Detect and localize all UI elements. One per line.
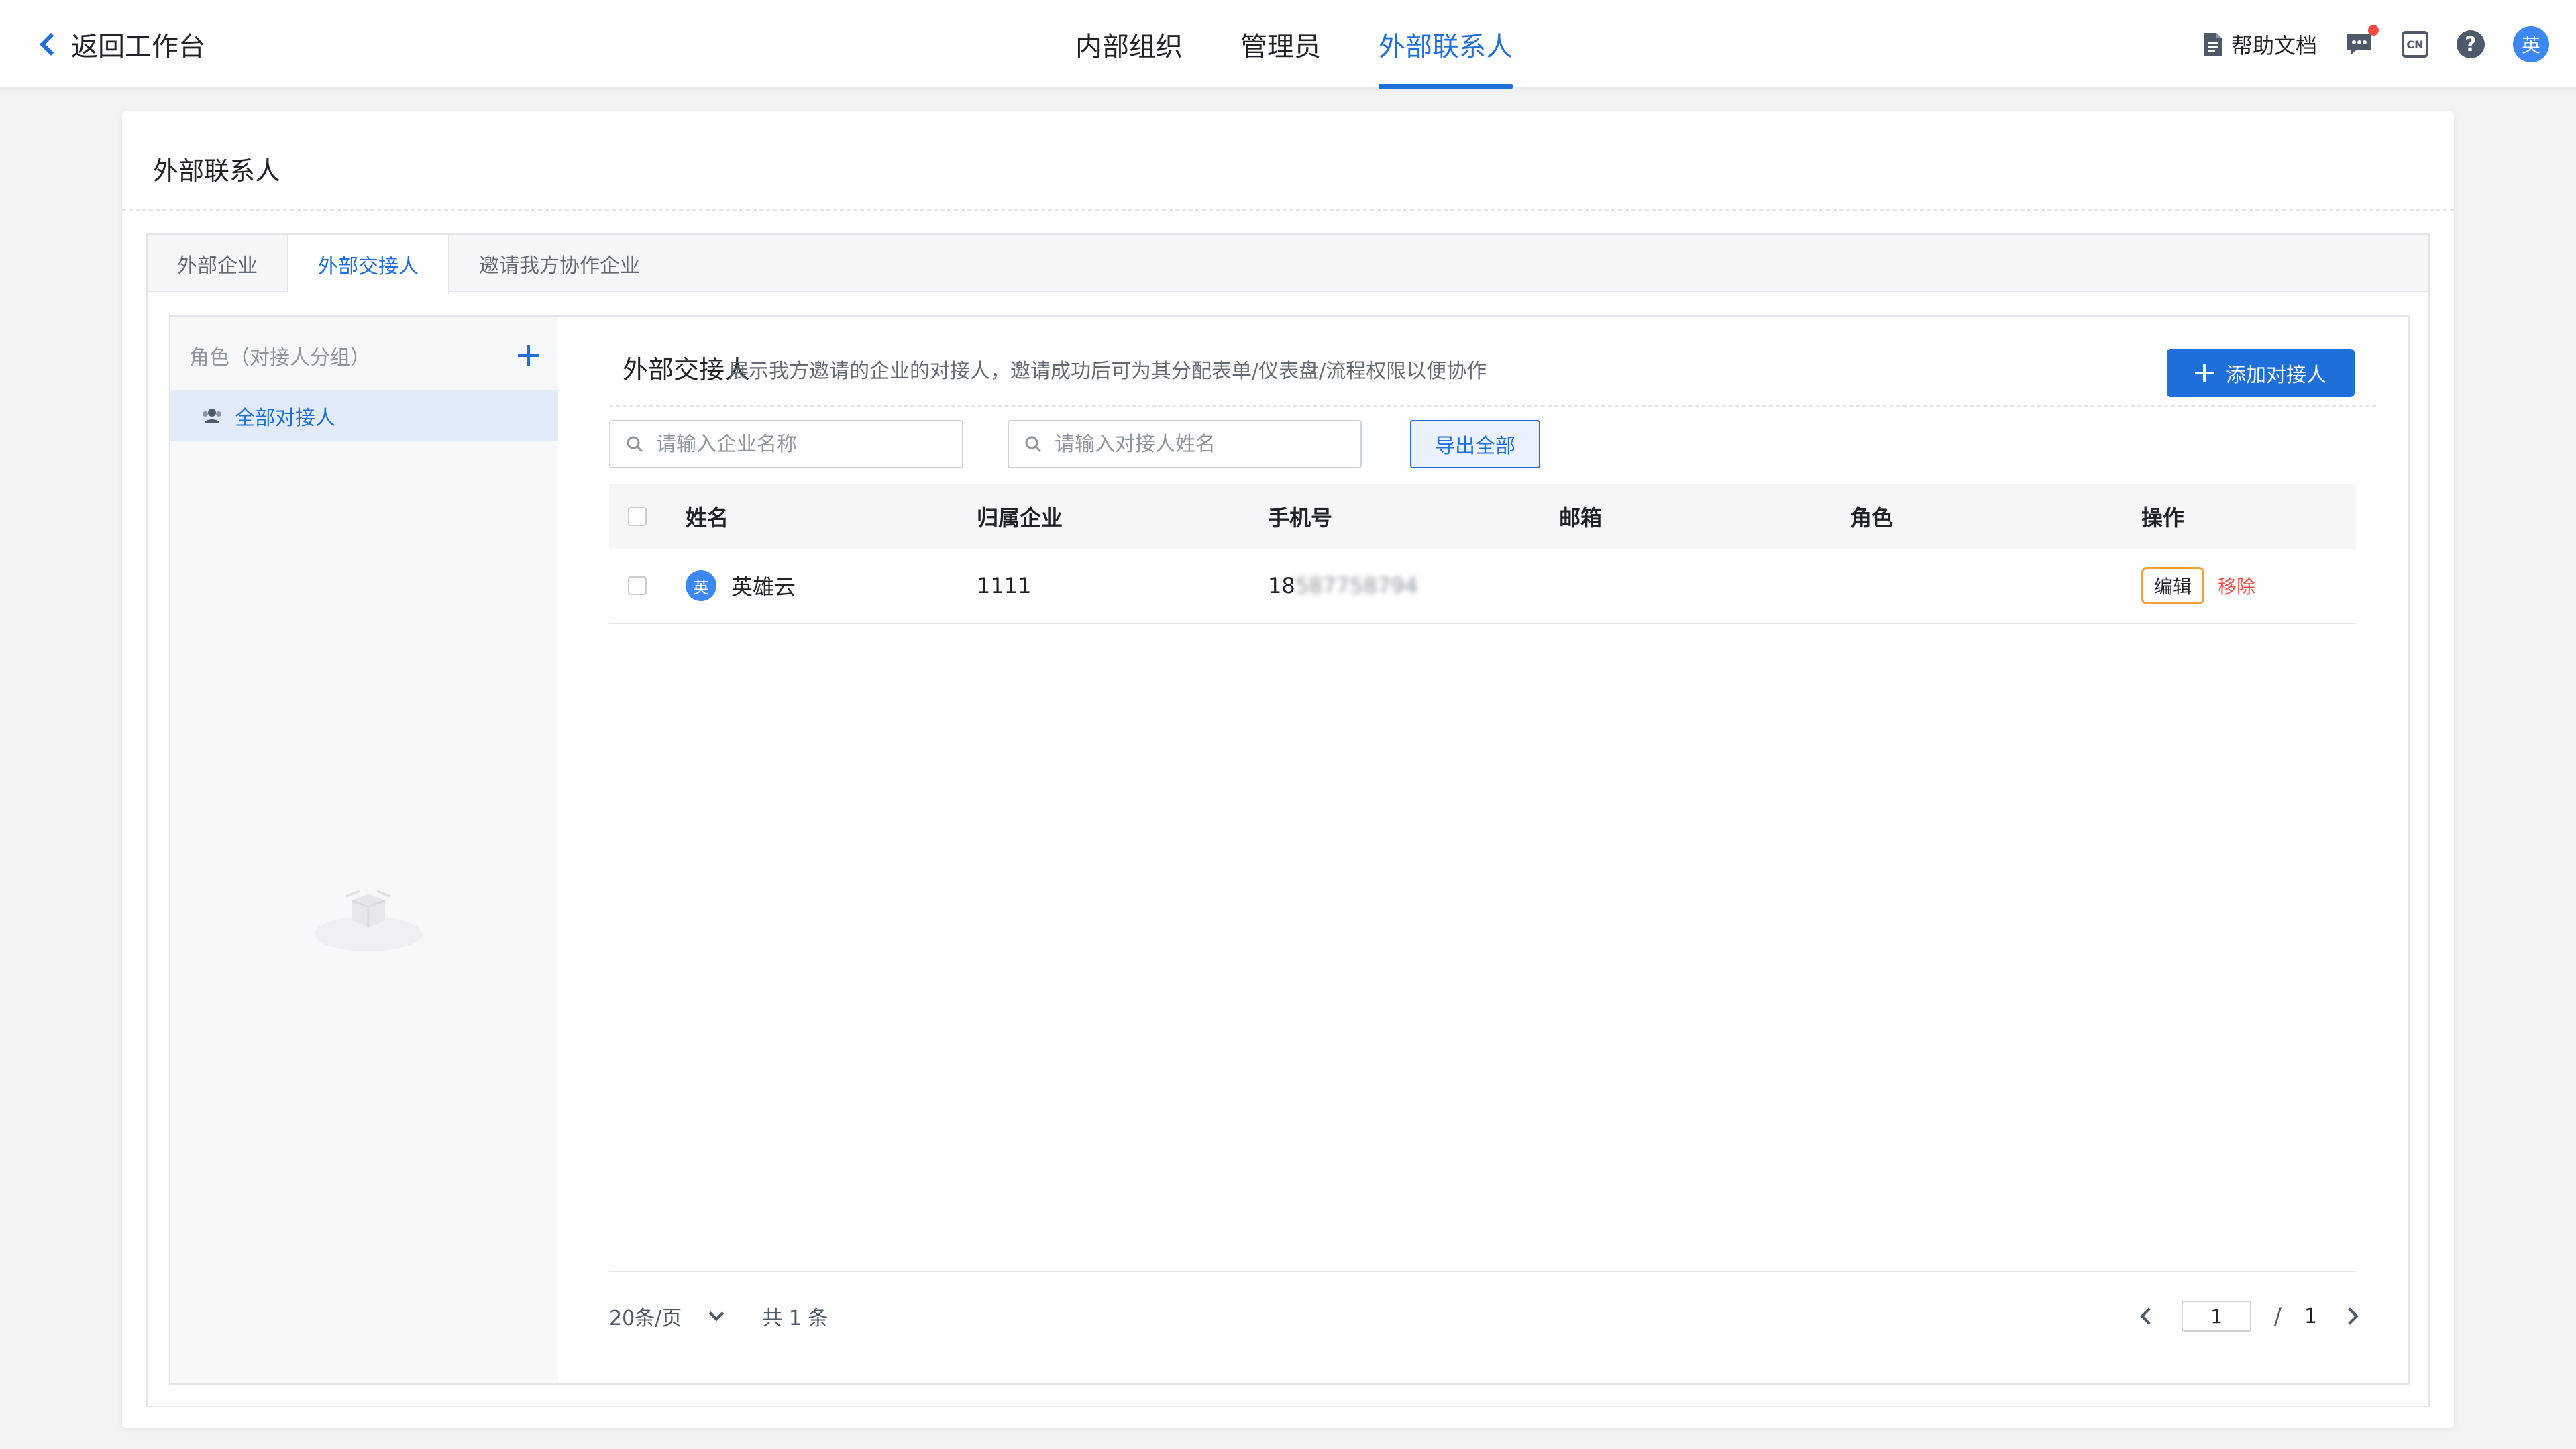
select-all-checkbox[interactable] [628, 507, 647, 526]
back-label: 返回工作台 [71, 32, 205, 62]
name-cell: 英 英雄云 [686, 570, 977, 601]
notification-dot [2368, 25, 2379, 36]
nav-admins[interactable]: 管理员 [1212, 0, 1350, 89]
pagination: 20条/页 共 1 条 / 1 [609, 1296, 2359, 1336]
page-title: 外部联系人 [153, 156, 281, 186]
phone-cell: 18587758794 [1268, 573, 1559, 598]
divider [609, 405, 2376, 407]
contacts-table: 姓名 归属企业 手机号 邮箱 角色 操作 英 英雄云 1111 18587758… [609, 484, 2356, 624]
page-number-input[interactable] [2182, 1301, 2252, 1332]
tab-bar: 外部企业 外部交接人 邀请我方协作企业 [148, 235, 2428, 294]
divider [609, 1271, 2356, 1272]
chevron-left-icon [40, 33, 62, 56]
table-row: 英 英雄云 1111 18587758794 编辑 移除 [609, 549, 2356, 624]
page-size-select[interactable]: 20条/页 [609, 1301, 724, 1331]
tab-external-handover[interactable]: 外部交接人 [288, 235, 449, 294]
page-size-label: 20条/页 [609, 1307, 682, 1330]
add-contact-label: 添加对接人 [2226, 364, 2326, 387]
document-icon [2204, 33, 2222, 56]
chat-icon [2347, 34, 2371, 55]
sidebar-title: 角色（对接人分组） [189, 346, 370, 370]
help-icon: ? [2457, 30, 2485, 58]
column-header-email: 邮箱 [1559, 505, 1603, 531]
plus-icon [2195, 364, 2214, 382]
actions-cell: 编辑 移除 [2141, 567, 2356, 604]
phone-masked: 587758794 [1295, 573, 1418, 598]
company-search[interactable] [609, 420, 963, 468]
edit-button[interactable]: 编辑 [2141, 567, 2205, 604]
tab-invite-partner-companies[interactable]: 邀请我方协作企业 [449, 235, 669, 292]
total-pages: 1 [2304, 1304, 2317, 1328]
search-icon [1025, 436, 1042, 453]
tab-external-companies[interactable]: 外部企业 [148, 235, 288, 292]
add-contact-button[interactable]: 添加对接人 [2167, 349, 2355, 397]
contact-search[interactable] [1008, 420, 1362, 468]
page-separator: / [2274, 1303, 2282, 1329]
sidebar-item-all-contacts[interactable]: 全部对接人 [170, 390, 558, 441]
messages-button[interactable] [2345, 25, 2379, 57]
language-button[interactable]: CN [2402, 31, 2428, 58]
empty-illustration [315, 890, 422, 951]
column-header-company: 归属企业 [977, 505, 1063, 531]
help-doc-label: 帮助文档 [2231, 33, 2317, 58]
company-cell: 1111 [977, 573, 1032, 598]
back-to-workbench-button[interactable]: 返回工作台 [34, 24, 205, 64]
column-header-actions: 操作 [2141, 505, 2185, 531]
remove-button[interactable]: 移除 [2218, 572, 2255, 599]
user-avatar-button[interactable]: 英 [2513, 26, 2549, 62]
help-button[interactable]: ? [2457, 30, 2485, 58]
company-search-input[interactable] [655, 431, 950, 457]
top-bar: 返回工作台 内部组织 管理员 外部联系人 帮助文档 CN ? 英 [0, 0, 2576, 89]
top-tools: 帮助文档 CN ? 英 [2175, 0, 2549, 89]
add-group-button[interactable] [518, 345, 539, 366]
main-card: 外部联系人 外部企业 外部交接人 邀请我方协作企业 角色（对接人分组） 全部对接… [122, 111, 2454, 1428]
row-select-cell [609, 576, 686, 595]
group-sidebar: 角色（对接人分组） 全部对接人 [170, 317, 558, 1383]
users-icon [203, 409, 221, 423]
sidebar-header: 角色（对接人分组） [189, 338, 539, 373]
chevron-down-icon [708, 1305, 724, 1322]
column-header-role: 角色 [1850, 505, 1894, 531]
table-header: 姓名 归属企业 手机号 邮箱 角色 操作 [609, 484, 2356, 549]
section-description: 展示我方邀请的企业的对接人，邀请成功后可为其分配表单/仪表盘/流程权限以便协作 [729, 360, 1487, 383]
nav-internal-org[interactable]: 内部组织 [1046, 0, 1212, 89]
sidebar-item-label: 全部对接人 [235, 407, 335, 430]
select-all-cell [609, 507, 686, 526]
row-checkbox[interactable] [628, 576, 647, 595]
page-navigator: / 1 [2140, 1301, 2359, 1332]
inner-panel: 角色（对接人分组） 全部对接人 外部交接人 展示我方邀请的企业的对接人，邀请成功… [169, 315, 2410, 1385]
language-icon: CN [2402, 31, 2428, 58]
search-icon [627, 436, 643, 453]
total-count: 共 1 条 [762, 1307, 828, 1330]
contact-search-input[interactable] [1053, 431, 1348, 457]
column-header-name: 姓名 [686, 505, 729, 531]
column-header-phone: 手机号 [1268, 505, 1333, 531]
next-page-button[interactable] [2341, 1307, 2359, 1325]
avatar: 英 [686, 570, 716, 601]
prev-page-button[interactable] [2140, 1307, 2157, 1325]
avatar: 英 [2513, 26, 2549, 62]
phone-prefix: 18 [1268, 573, 1295, 598]
contacts-content: 外部交接人 展示我方邀请的企业的对接人，邀请成功后可为其分配表单/仪表盘/流程权… [558, 317, 2408, 1383]
nav-external-contacts[interactable]: 外部联系人 [1350, 0, 1542, 89]
divider [122, 209, 2454, 211]
export-all-button[interactable]: 导出全部 [1410, 420, 1540, 468]
tab-panel: 外部企业 外部交接人 邀请我方协作企业 角色（对接人分组） 全部对接人 外部交接… [146, 233, 2430, 1407]
help-doc-button[interactable]: 帮助文档 [2203, 29, 2317, 60]
top-nav: 内部组织 管理员 外部联系人 [1046, 0, 1542, 89]
contact-name: 英雄云 [731, 574, 796, 600]
